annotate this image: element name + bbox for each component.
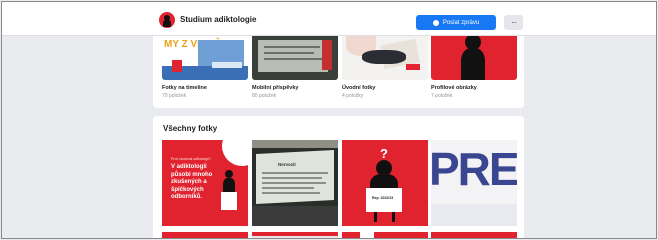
album-name: Mobilní příspěvky bbox=[252, 85, 299, 91]
album-count: 7 položek bbox=[431, 93, 453, 99]
photo-tile[interactable]: Proč studovat adiktologii? V adiktologii… bbox=[162, 140, 248, 226]
photo-caption: Nervozit bbox=[278, 162, 296, 167]
album-cover[interactable]: Úvodní fotky 4 položky bbox=[342, 36, 428, 99]
question-mark-icon: ? bbox=[380, 146, 388, 161]
albums-card: MY Z VIDNĚ Fotky na timeline 70 položek … bbox=[153, 36, 524, 108]
photo-tile[interactable]: PRE bbox=[431, 140, 517, 226]
photo-tile[interactable] bbox=[162, 232, 248, 238]
photo-caption: PRE bbox=[431, 143, 517, 195]
album-count: 4 položky bbox=[342, 93, 364, 99]
album-name: Úvodní fotky bbox=[342, 85, 376, 91]
album-profile[interactable]: Profilové obrázky 7 položek bbox=[431, 36, 517, 99]
photo-tile[interactable]: ? Rep. 2022/23 bbox=[342, 140, 428, 226]
all-photos-title: Všechny fotky bbox=[163, 124, 218, 133]
album-timeline[interactable]: MY Z VIDNĚ Fotky na timeline 70 položek bbox=[162, 36, 248, 99]
photo-caption: Rep. 2022/23 bbox=[372, 196, 394, 200]
page-avatar[interactable] bbox=[159, 12, 175, 28]
more-options-button[interactable]: ··· bbox=[504, 15, 523, 30]
browser-frame: Studium adiktologie Poslat zprávu ··· MY… bbox=[1, 1, 657, 239]
album-thumbnail: MY Z VIDNĚ bbox=[162, 36, 248, 80]
album-count: 70 položek bbox=[162, 93, 187, 99]
photo-caption: V adiktologii působí mnoho zkušených a š… bbox=[171, 164, 213, 200]
album-thumbnail bbox=[342, 36, 428, 80]
album-mobile[interactable]: Mobilní příspěvky 80 položek bbox=[252, 36, 338, 99]
photo-tile[interactable] bbox=[252, 232, 338, 238]
send-message-label: Poslat zprávu bbox=[442, 19, 480, 26]
album-thumbnail bbox=[431, 36, 517, 80]
photo-tile[interactable] bbox=[342, 232, 428, 238]
photo-subtext: Proč studovat adiktologii? bbox=[171, 157, 211, 161]
album-thumbnail bbox=[252, 36, 338, 80]
photo-tile[interactable]: Nervozit bbox=[252, 140, 338, 226]
album-count: 80 položek bbox=[252, 93, 277, 99]
photo-tile[interactable] bbox=[431, 232, 517, 238]
page-name[interactable]: Studium adiktologie bbox=[180, 15, 256, 24]
send-message-button[interactable]: Poslat zprávu bbox=[416, 15, 496, 30]
messenger-icon bbox=[432, 19, 439, 26]
album-name: Fotky na timeline bbox=[162, 85, 207, 91]
album-name: Profilové obrázky bbox=[431, 85, 477, 91]
page-header: Studium adiktologie Poslat zprávu ··· bbox=[2, 2, 656, 36]
all-photos-card: Všechny fotky Proč studovat adiktologii?… bbox=[153, 116, 524, 238]
